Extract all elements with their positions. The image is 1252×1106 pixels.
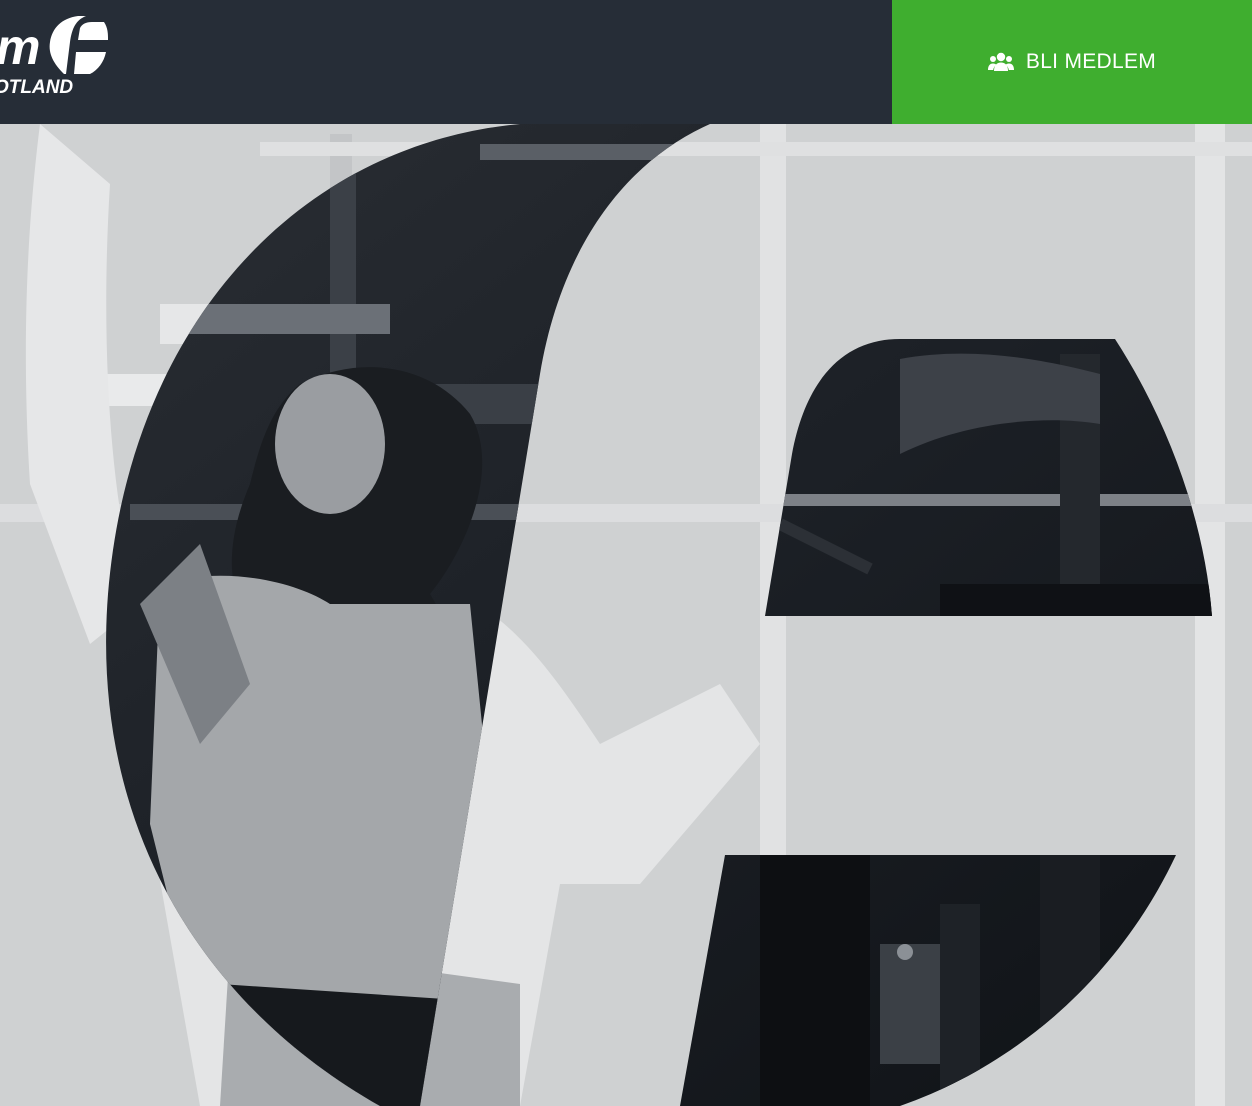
hero-section bbox=[0, 124, 1252, 1106]
become-member-label: BLI MEDLEM bbox=[1025, 50, 1157, 73]
site-logo[interactable]: m OTLAND bbox=[0, 0, 120, 124]
site-header: m OTLAND bbox=[0, 0, 892, 124]
logo-subtitle: OTLAND bbox=[0, 77, 74, 98]
become-member-button[interactable]: BLI MEDLEM bbox=[892, 0, 1252, 124]
hero-graphic bbox=[0, 124, 1252, 1106]
users-group-icon bbox=[987, 52, 1014, 71]
page: m OTLAND BLI MEDLEM bbox=[0, 0, 1252, 1106]
fitness-f-logo-icon bbox=[49, 16, 108, 74]
logo-wordmark: m bbox=[0, 19, 40, 75]
